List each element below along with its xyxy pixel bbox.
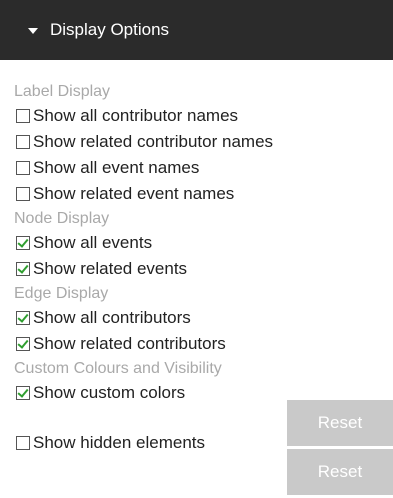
checkbox-show-all-event-names[interactable] [16,161,30,175]
option-label: Show all event names [33,158,200,177]
option-show-related-contributors[interactable]: Show related contributors [14,331,393,357]
option-show-all-contributor-names[interactable]: Show all contributor names [14,103,393,129]
option-show-related-contributor-names[interactable]: Show related contributor names [14,129,393,155]
display-options-header[interactable]: Display Options [0,0,393,60]
option-label: Show custom colors [33,383,186,402]
option-label: Show all events [33,233,153,252]
option-label: Show hidden elements [33,433,206,452]
option-label: Show related event names [33,184,235,203]
option-label: Show related events [33,259,188,278]
checkbox-show-all-contributors[interactable] [16,311,30,325]
option-label: Show related contributor names [33,132,274,151]
checkbox-show-related-event-names[interactable] [16,187,30,201]
custom-colours-heading: Custom Colours and Visibility [14,360,222,377]
option-show-related-events[interactable]: Show related events [14,256,393,282]
caret-down-icon [28,27,38,34]
option-show-all-events[interactable]: Show all events [14,230,393,256]
display-options-panel: Display Options Label Display Show all c… [0,0,393,498]
option-label: Show related contributors [33,334,226,353]
node-display-heading: Node Display [14,210,110,227]
reset-custom-colors-button[interactable]: Reset [287,400,393,446]
option-label: Show all contributor names [33,106,239,125]
checkbox-show-all-events[interactable] [16,236,30,250]
option-show-all-contributors[interactable]: Show all contributors [14,305,393,331]
label-display-heading: Label Display [14,83,111,100]
checkbox-show-hidden-elements[interactable] [16,436,30,450]
checkbox-show-related-contributors[interactable] [16,337,30,351]
option-show-all-event-names[interactable]: Show all event names [14,155,393,181]
option-label: Show all contributors [33,308,191,327]
edge-display-heading: Edge Display [14,285,109,302]
checkbox-show-all-contributor-names[interactable] [16,109,30,123]
checkbox-show-related-events[interactable] [16,262,30,276]
checkbox-show-custom-colors[interactable] [16,386,30,400]
panel-title: Display Options [50,20,170,39]
option-show-related-event-names[interactable]: Show related event names [14,181,393,207]
checkbox-show-related-contributor-names[interactable] [16,135,30,149]
reset-hidden-elements-button[interactable]: Reset [287,449,393,495]
